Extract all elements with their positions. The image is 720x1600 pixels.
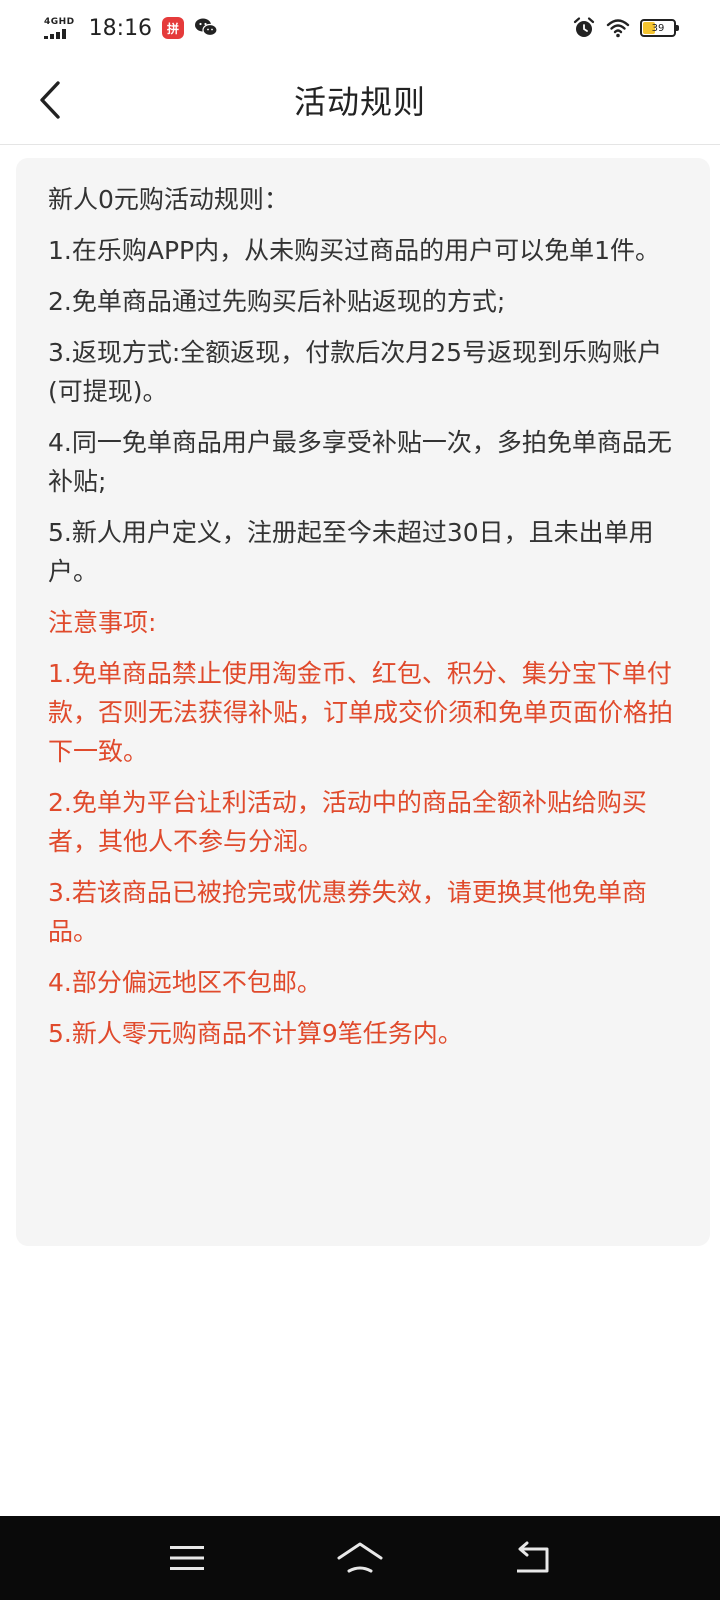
pinduoduo-app-icon: 拼 bbox=[162, 17, 185, 39]
wechat-icon bbox=[195, 18, 218, 37]
page-header: 活动规则 bbox=[0, 56, 720, 145]
system-nav-bar bbox=[0, 1516, 720, 1600]
back-nav-button[interactable] bbox=[505, 1530, 561, 1586]
notice-item: 2.免单为平台让利活动，活动中的商品全额补贴给购买者，其他人不参与分润。 bbox=[48, 788, 647, 856]
status-left: 4GHD 18:16 拼 bbox=[44, 16, 218, 41]
rules-intro: 新人0元购活动规则： bbox=[48, 185, 289, 214]
rule-item: 5.新人用户定义，注册起至今未超过30日，且未出单用户。 bbox=[48, 518, 654, 586]
menu-button[interactable] bbox=[159, 1530, 215, 1586]
signal-icon bbox=[44, 28, 66, 39]
status-bar: 4GHD 18:16 拼 39 bbox=[0, 0, 720, 56]
notice-item: 5.新人零元购商品不计算9笔任务内。 bbox=[48, 1019, 463, 1048]
network-label: 4GHD bbox=[44, 16, 75, 27]
rule-item: 3.返现方式:全额返现，付款后次月25号返现到乐购账户(可提现)。 bbox=[48, 338, 663, 406]
network-indicator: 4GHD bbox=[44, 16, 75, 39]
rule-item: 4.同一免单商品用户最多享受补贴一次，多拍免单商品无补贴; bbox=[48, 428, 672, 496]
notice-title: 注意事项: bbox=[48, 608, 157, 637]
menu-icon bbox=[169, 1546, 204, 1570]
notice-item: 4.部分偏远地区不包邮。 bbox=[48, 968, 322, 997]
back-button[interactable] bbox=[30, 76, 70, 124]
home-icon bbox=[337, 1542, 383, 1573]
page-title: 活动规则 bbox=[293, 83, 426, 121]
rule-item: 1.在乐购APP内，从未购买过商品的用户可以免单1件。 bbox=[48, 236, 661, 265]
battery-level: 39 bbox=[651, 22, 665, 34]
return-icon bbox=[517, 1541, 549, 1573]
chevron-left-icon bbox=[40, 81, 60, 119]
status-right: 39 bbox=[572, 16, 679, 40]
rule-item: 2.免单商品通过先购买后补贴返现的方式; bbox=[48, 287, 506, 316]
status-time: 18:16 bbox=[88, 15, 153, 41]
alarm-icon bbox=[573, 17, 595, 37]
notice-item: 1.免单商品禁止使用淘金币、红包、积分、集分宝下单付款，否则无法获得补贴，订单成… bbox=[48, 659, 674, 766]
wifi-icon bbox=[606, 19, 630, 38]
battery-icon: 39 bbox=[640, 19, 679, 37]
notice-item: 3.若该商品已被抢完或优惠券失效，请更换其他免单商品。 bbox=[48, 878, 647, 946]
home-button[interactable] bbox=[332, 1530, 388, 1586]
rules-card: 新人0元购活动规则： 1.在乐购APP内，从未购买过商品的用户可以免单1件。 2… bbox=[16, 158, 710, 1246]
